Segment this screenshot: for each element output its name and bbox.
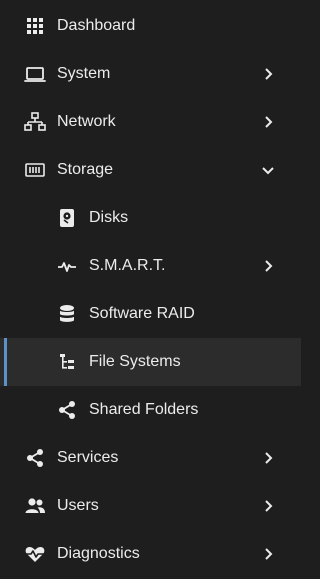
sidebar-item-network[interactable]: Network xyxy=(0,98,301,146)
pulse-icon xyxy=(56,255,78,277)
sidebar-item-label: Network xyxy=(57,113,116,130)
chevron-right-icon[interactable] xyxy=(258,448,278,468)
chevron-down-icon[interactable] xyxy=(258,160,278,180)
share-icon xyxy=(56,399,78,421)
sidebar-nav: Dashboard System Network Storage Disks S… xyxy=(0,0,301,579)
sidebar-item-label: File Systems xyxy=(89,353,181,370)
sidebar-item-label: System xyxy=(57,65,111,82)
disk-icon xyxy=(56,207,78,229)
chevron-right-icon[interactable] xyxy=(258,544,278,564)
sidebar-item-disks[interactable]: Disks xyxy=(0,194,301,242)
sidebar-item-dashboard[interactable]: Dashboard xyxy=(0,2,301,50)
sidebar-item-diagnostics[interactable]: Diagnostics xyxy=(0,530,301,578)
chevron-right-icon[interactable] xyxy=(258,64,278,84)
sidebar-item-software-raid[interactable]: Software RAID xyxy=(0,290,301,338)
sidebar-item-label: Shared Folders xyxy=(89,401,199,418)
sidebar-item-label: Dashboard xyxy=(57,17,136,34)
chevron-right-icon[interactable] xyxy=(258,496,278,516)
storage-icon xyxy=(24,159,46,181)
sidebar-item-label: Services xyxy=(57,449,119,466)
users-icon xyxy=(24,495,46,517)
sidebar-item-label: Users xyxy=(57,497,99,514)
chevron-right-icon[interactable] xyxy=(258,112,278,132)
sidebar-item-users[interactable]: Users xyxy=(0,482,301,530)
sidebar-item-smart[interactable]: S.M.A.R.T. xyxy=(0,242,301,290)
sidebar-item-label: Software RAID xyxy=(89,305,195,322)
heart-pulse-icon xyxy=(24,543,46,565)
sidebar-item-label: Storage xyxy=(57,161,114,178)
share-icon xyxy=(24,447,46,469)
sidebar-item-shared-folders[interactable]: Shared Folders xyxy=(0,386,301,434)
grid-icon xyxy=(24,15,46,37)
sidebar-item-file-systems[interactable]: File Systems xyxy=(0,338,301,386)
sidebar-item-label: S.M.A.R.T. xyxy=(89,257,166,274)
sidebar-item-storage[interactable]: Storage xyxy=(0,146,301,194)
sidebar-item-label: Disks xyxy=(89,209,129,226)
database-icon xyxy=(56,303,78,325)
chevron-right-icon[interactable] xyxy=(258,256,278,276)
active-indicator xyxy=(4,338,7,386)
laptop-icon xyxy=(24,63,46,85)
sidebar-item-system[interactable]: System xyxy=(0,50,301,98)
file-tree-icon xyxy=(56,351,78,373)
network-icon xyxy=(24,111,46,133)
sidebar-item-services[interactable]: Services xyxy=(0,434,301,482)
sidebar-item-label: Diagnostics xyxy=(57,545,140,562)
